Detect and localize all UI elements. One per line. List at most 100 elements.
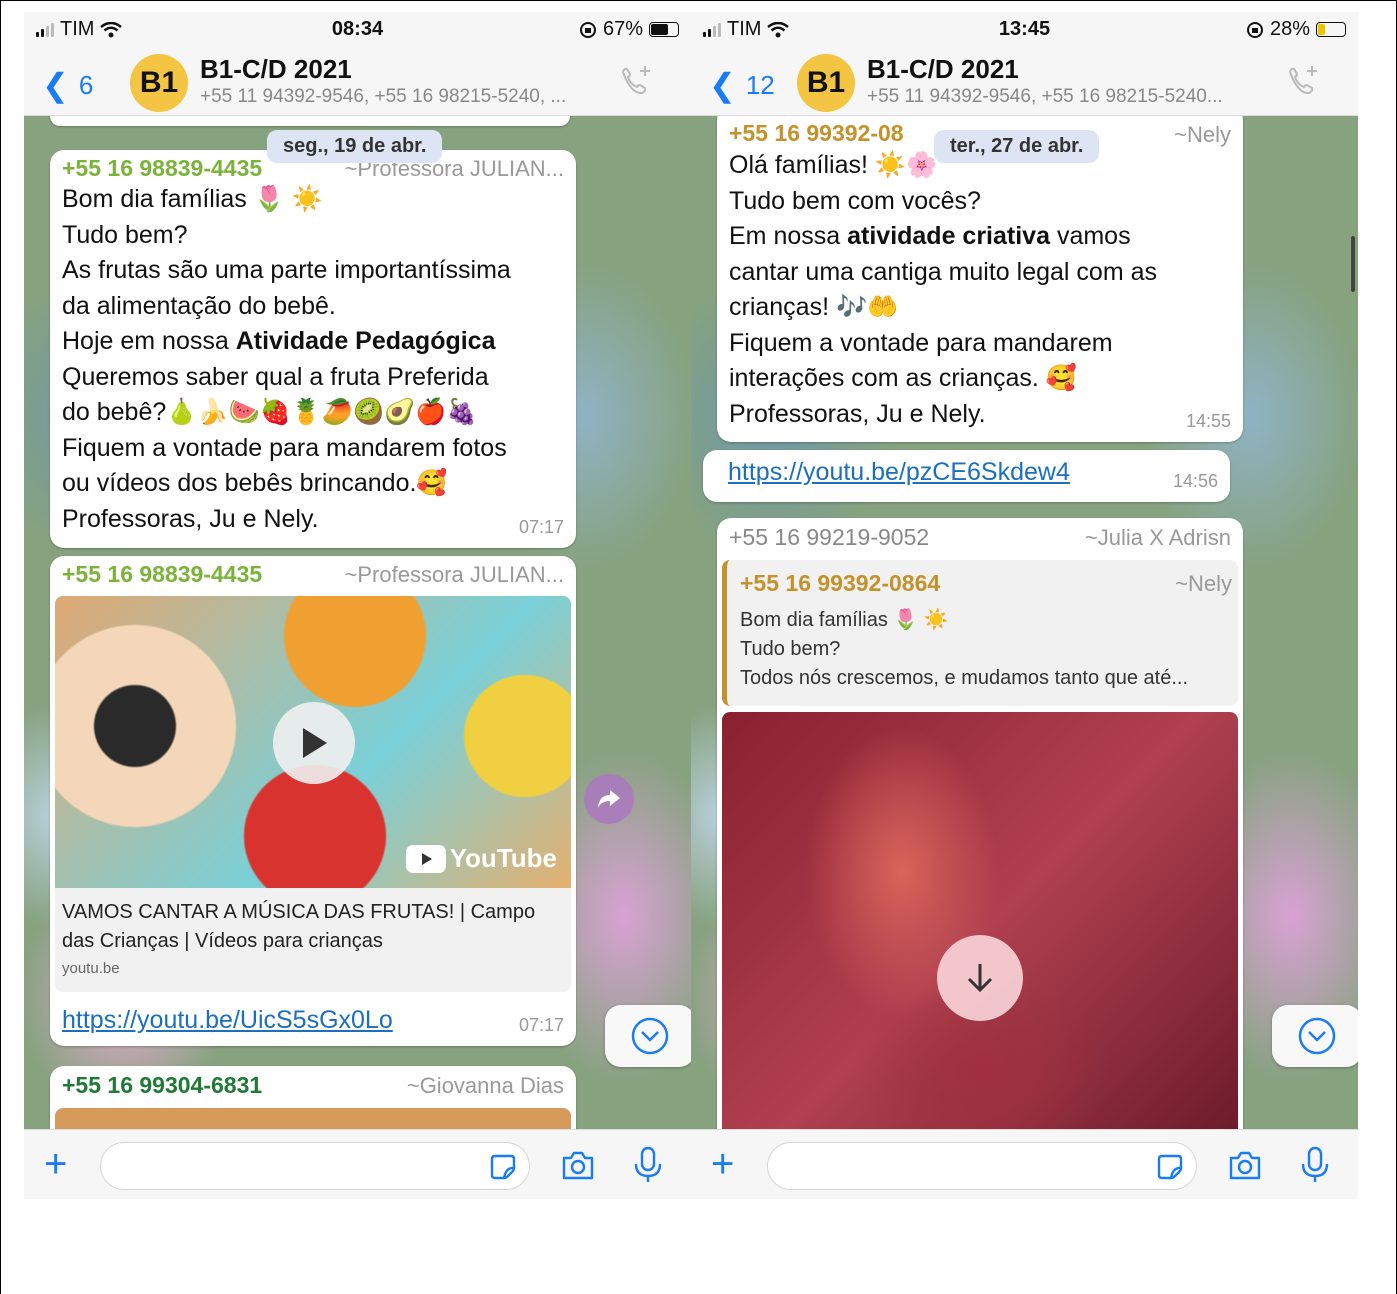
sender-number[interactable]: +55 16 99392-08 xyxy=(729,120,904,147)
message-bubble[interactable]: +55 16 98839-4435 ~Professora JULIAN... … xyxy=(50,150,576,548)
chevron-left-icon: ❮ xyxy=(42,67,69,103)
microphone-icon[interactable] xyxy=(630,1146,666,1184)
scroll-down-button[interactable] xyxy=(605,1005,691,1067)
status-right: 67% xyxy=(579,18,679,41)
forward-button[interactable] xyxy=(584,774,634,824)
back-button[interactable]: ❮ 6 xyxy=(42,66,93,104)
sticker-icon[interactable] xyxy=(1156,1153,1184,1181)
group-members[interactable]: +55 11 94392-9546, +55 16 98215-5240, ..… xyxy=(200,86,566,108)
video-message-bubble[interactable]: +55 16 98839-4435 ~Professora JULIAN... … xyxy=(50,556,576,1046)
message-text: Olá famílias! ☀️🌸 Tudo bem com vocês? Em… xyxy=(729,148,1239,432)
quoted-sender: +55 16 99392-0864 xyxy=(740,570,941,596)
status-bar: TIM 08:34 67% xyxy=(24,12,691,48)
media-thumbnail[interactable] xyxy=(55,1108,571,1129)
link-preview[interactable]: VAMOS CANTAR A MÚSICA DAS FRUTAS! | Camp… xyxy=(55,888,571,992)
battery-icon xyxy=(1316,22,1346,37)
message-line: do bebê?🍐🍌🍉🍓🍍🥭🥝🥑🍎🍇 xyxy=(62,398,478,426)
download-arrow-icon xyxy=(967,964,993,993)
status-right: 28% xyxy=(1246,18,1346,41)
chat-area[interactable]: +55 16 98839-4435 ~Professora JULIAN... … xyxy=(24,116,691,1129)
media-thumbnail[interactable] xyxy=(722,712,1238,1129)
message-line: Hoje em nossa Atividade Pedagógica xyxy=(62,324,572,360)
back-button[interactable]: ❮ 12 xyxy=(709,66,775,104)
quoted-text: Bom dia famílias 🌷 ☀️ Tudo bem? Todos nó… xyxy=(740,606,1240,693)
message-line: Tudo bem com vocês? xyxy=(729,186,981,215)
attach-plus-button[interactable]: + xyxy=(711,1144,734,1184)
message-input[interactable] xyxy=(100,1142,530,1190)
status-bar: TIM 13:45 28% xyxy=(691,12,1358,48)
chat-area[interactable]: +55 16 99392-08 ~Nely Olá famílias! ☀️🌸 … xyxy=(691,116,1358,1129)
orientation-lock-icon xyxy=(1246,21,1263,38)
group-avatar[interactable]: B1 xyxy=(797,54,855,112)
message-line: Tudo bem? xyxy=(62,220,188,249)
message-line: Fiquem a vontade para mandarem fotos xyxy=(62,433,507,462)
youtube-logo: YouTube xyxy=(405,843,557,874)
download-button[interactable] xyxy=(937,935,1023,1021)
chat-header: ❮ 6 B1 B1-C/D 2021 +55 11 94392-9546, +5… xyxy=(24,48,691,116)
sender-alias: ~Nely xyxy=(1174,122,1231,147)
sticker-icon[interactable] xyxy=(489,1153,517,1181)
battery-percent: 28% xyxy=(1269,18,1310,40)
chat-header: ❮ 12 B1 B1-C/D 2021 +55 11 94392-9546, +… xyxy=(691,48,1358,116)
play-button[interactable] xyxy=(273,702,355,784)
youtube-link[interactable]: https://youtu.be/UicS5sGx0Lo xyxy=(62,1006,393,1035)
quoted-line: Tudo bem? xyxy=(740,638,841,660)
camera-icon[interactable] xyxy=(1227,1146,1263,1184)
scrollbar[interactable] xyxy=(1351,236,1355,292)
sender-number[interactable]: +55 16 99219-9052 xyxy=(729,524,929,551)
input-bar: + xyxy=(24,1129,691,1199)
youtube-wordmark: YouTube xyxy=(449,843,557,873)
play-icon xyxy=(303,728,327,758)
message-input[interactable] xyxy=(767,1142,1197,1190)
sender-alias: ~Giovanna Dias xyxy=(406,1073,564,1098)
text-span: Em nossa xyxy=(729,222,848,250)
sender-number[interactable]: +55 16 98839-4435 xyxy=(62,155,262,182)
message-line: Fiquem a vontade para mandarem xyxy=(729,328,1113,357)
quoted-line: Bom dia famílias 🌷 ☀️ xyxy=(740,609,949,631)
message-line: Bom dia famílias 🌷 ☀️ xyxy=(62,185,323,213)
quoted-alias: ~Nely xyxy=(1175,571,1232,596)
reply-message-bubble[interactable]: +55 16 99219-9052 ~Julia X Adrisn +55 16… xyxy=(717,518,1243,1129)
chevron-down-circle-icon xyxy=(631,1017,669,1055)
forward-icon xyxy=(598,790,620,808)
youtube-icon xyxy=(405,844,446,873)
sender-alias: ~Julia X Adrisn xyxy=(1084,525,1231,550)
message-line: da alimentação do bebê. xyxy=(62,291,336,320)
bold-phrase: atividade criativa xyxy=(847,222,1050,250)
preview-title: VAMOS CANTAR A MÚSICA DAS FRUTAS! | Camp… xyxy=(62,901,536,952)
link-message-bubble[interactable]: https://youtu.be/pzCE6Skdew4 14:56 xyxy=(703,450,1230,502)
date-pill: seg., 19 de abr. xyxy=(267,130,443,163)
back-count: 12 xyxy=(745,69,775,100)
group-avatar[interactable]: B1 xyxy=(130,54,188,112)
message-line: Queremos saber qual a fruta Preferida xyxy=(62,362,489,391)
youtube-link[interactable]: https://youtu.be/pzCE6Skdew4 xyxy=(728,458,1070,487)
microphone-icon[interactable] xyxy=(1297,1146,1333,1184)
message-bubble[interactable]: +55 16 99392-08 ~Nely Olá famílias! ☀️🌸 … xyxy=(717,116,1243,442)
scroll-down-button[interactable] xyxy=(1272,1005,1358,1067)
add-call-icon[interactable] xyxy=(615,62,655,102)
camera-icon[interactable] xyxy=(560,1146,596,1184)
sender-alias: ~Professora JULIAN... xyxy=(344,562,564,587)
message-line: crianças! 🎶🤲 xyxy=(729,293,899,321)
preview-domain: youtu.be xyxy=(62,960,120,977)
group-title[interactable]: B1-C/D 2021 xyxy=(867,54,1019,85)
sender-number[interactable]: +55 16 98839-4435 xyxy=(62,561,262,588)
group-members[interactable]: +55 11 94392-9546, +55 16 98215-5240... xyxy=(867,86,1223,108)
previous-message xyxy=(50,116,570,126)
quoted-message[interactable]: +55 16 99392-0864 ~Nely Bom dia famílias… xyxy=(722,560,1238,706)
add-call-icon[interactable] xyxy=(1282,62,1322,102)
battery-icon xyxy=(649,22,679,37)
sender-number[interactable]: +55 16 99304-6831 xyxy=(62,1072,262,1099)
orientation-lock-icon xyxy=(579,21,596,38)
message-text: Bom dia famílias 🌷 ☀️ Tudo bem? As fruta… xyxy=(62,182,572,537)
phone-left: TIM 08:34 67% ❮ 6 B1 B1-C/D 2021 +55 11 … xyxy=(24,12,691,1199)
attach-plus-button[interactable]: + xyxy=(44,1144,67,1184)
message-bubble[interactable]: +55 16 99304-6831 ~Giovanna Dias xyxy=(50,1066,576,1129)
bold-phrase: Atividade Pedagógica xyxy=(235,327,496,355)
group-title[interactable]: B1-C/D 2021 xyxy=(200,54,352,85)
phone-right: TIM 13:45 28% ❮ 12 B1 B1-C/D 2021 +55 11… xyxy=(691,12,1358,1199)
message-line: interações com as crianças. 🥰 xyxy=(729,364,1077,392)
message-line: Professoras, Ju e Nely. xyxy=(729,399,986,428)
message-line: Em nossa atividade criativa vamos xyxy=(729,219,1239,255)
video-thumbnail[interactable]: YouTube xyxy=(55,596,571,888)
